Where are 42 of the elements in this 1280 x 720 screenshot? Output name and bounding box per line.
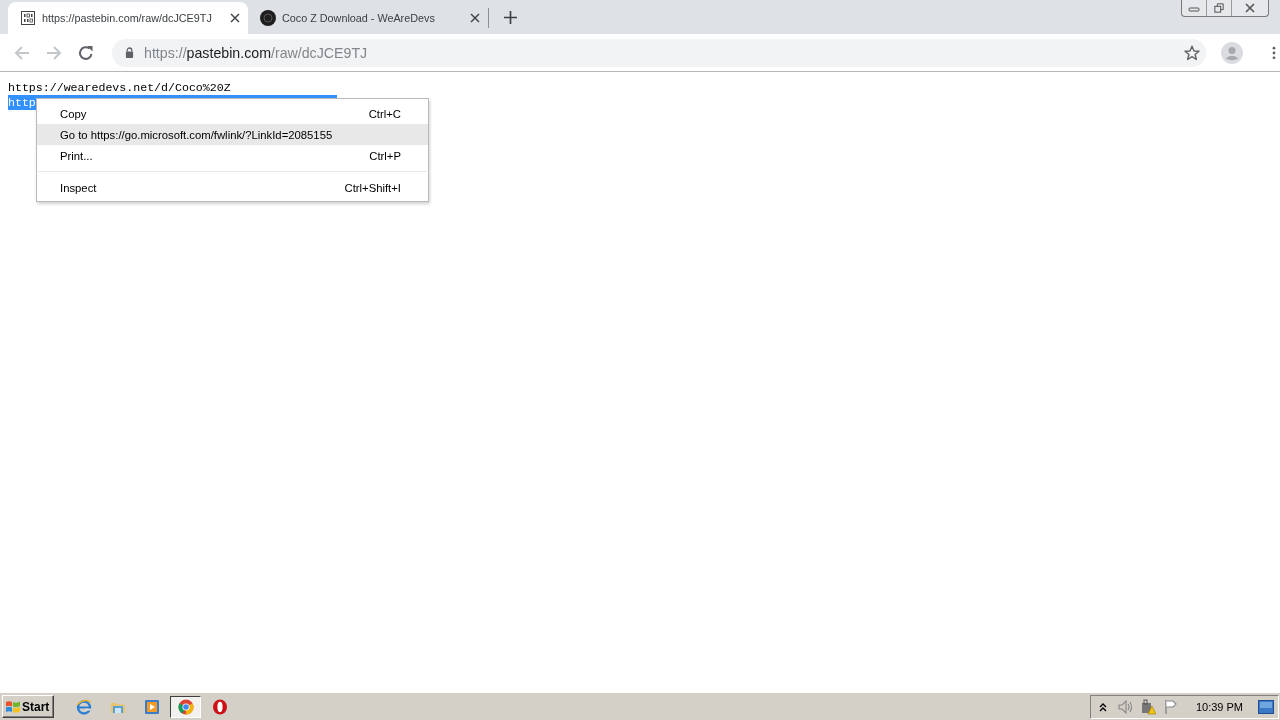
menu-item[interactable]: Go to https://go.microsoft.com/fwlink/?LinkId=2085155: [37, 124, 428, 145]
menu-item[interactable]: Print... Ctrl+P: [37, 145, 428, 166]
address-bar[interactable]: https://pastebin.com/raw/dcJCE9TJ: [112, 38, 1206, 67]
right-arrow-icon: [46, 44, 62, 61]
chevron-up-icon[interactable]: [1098, 701, 1107, 712]
restore-icon: [1213, 3, 1225, 13]
close-icon[interactable]: [470, 13, 480, 23]
browser-tab[interactable]: https://pastebin.com/raw/dcJCE9TJ: [8, 2, 248, 34]
letter-o-icon: [211, 698, 228, 715]
taskbar-button[interactable]: [170, 695, 201, 718]
shortcut-text: Ctrl+P: [369, 149, 401, 162]
lock-icon[interactable]: [125, 47, 134, 58]
menu-item-label: Print...: [60, 149, 93, 162]
browser-tab[interactable]: Coco Z Download - WeAreDevs: [248, 2, 488, 34]
tab-title: Coco Z Download - WeAreDevs: [282, 12, 436, 24]
plus-icon[interactable]: [504, 11, 517, 24]
shortcut-text: Ctrl+C: [368, 107, 401, 120]
page-text: https://wearedevs.net/d/Coco%20Z: [8, 81, 231, 94]
network-warning-icon[interactable]: [1139, 698, 1156, 715]
star-icon[interactable]: [1184, 44, 1200, 61]
menu-item-label: Inspect: [60, 181, 97, 194]
clock-text[interactable]: 10:39 PM: [1195, 700, 1243, 713]
tab-title: https://pastebin.com/raw/dcJCE9TJ: [42, 12, 213, 24]
flag-icon[interactable]: [1162, 698, 1179, 715]
menu-item-label: Copy: [60, 107, 87, 120]
start-button[interactable]: Start: [2, 695, 54, 718]
windows-flag-icon: [5, 698, 21, 715]
binary-file-icon: [20, 10, 36, 26]
menu-item-label: Go to https://go.microsoft.com/fwlink/?LinkId=2085155: [60, 128, 333, 141]
play-icon: [143, 698, 160, 715]
close-icon: [1244, 3, 1256, 13]
left-arrow-icon: [14, 44, 30, 61]
close-icon[interactable]: [230, 13, 240, 23]
menu-icon[interactable]: [1272, 45, 1276, 60]
shortcut-text: Ctrl+Shift+I: [344, 181, 401, 194]
color-wheel-icon: [177, 698, 194, 715]
menu-item[interactable]: Inspect Ctrl+Shift+I: [37, 177, 428, 198]
reload-icon: [78, 44, 94, 61]
letter-e-icon: [75, 698, 92, 715]
monitor-icon[interactable]: [1258, 699, 1274, 714]
dark-circle-icon: [260, 10, 276, 26]
url-text: https://pastebin.com/raw/dcJCE9TJ: [144, 44, 368, 61]
